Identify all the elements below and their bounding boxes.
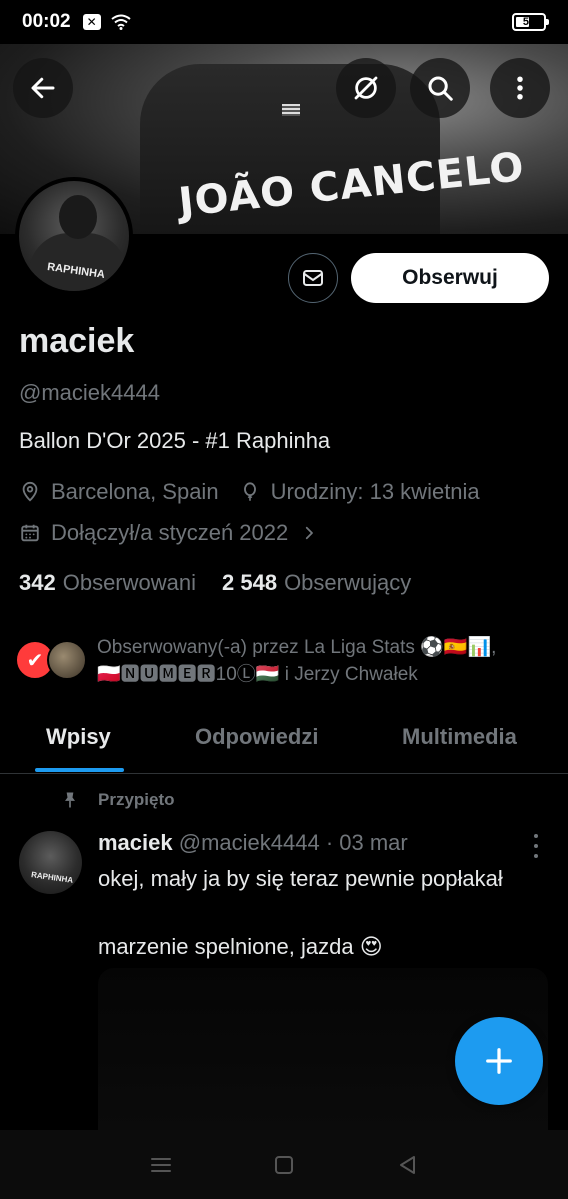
back-nav-icon[interactable]	[395, 1153, 419, 1177]
more-button[interactable]	[490, 58, 550, 118]
wifi-icon	[110, 14, 131, 30]
followers-count: 2 548	[222, 570, 278, 595]
pinned-text: Przypięto	[98, 790, 175, 809]
followed-by-text: Obserwowany(-a) przez La Liga Stats ⚽🇪🇸📊…	[97, 634, 557, 688]
profile-tabs: Wpisy Odpowiedzi Multimedia	[0, 712, 568, 774]
followers-link[interactable]: 2 548 Obserwujący	[222, 570, 411, 596]
system-nav-bar	[0, 1130, 568, 1199]
follow-button[interactable]: Obserwuj	[351, 253, 549, 303]
post-header: maciek @maciek4444 · 03 mar	[98, 830, 408, 856]
display-name: maciek	[19, 322, 135, 360]
profile-avatar[interactable]: RAPHINHA	[15, 177, 133, 295]
arrow-left-icon	[31, 77, 55, 99]
active-tab-indicator	[35, 768, 124, 772]
following-count: 342	[19, 570, 56, 595]
dot	[534, 834, 538, 838]
balloon-icon	[243, 482, 256, 501]
tab-replies[interactable]: Odpowiedzi	[195, 724, 318, 750]
more-vertical-icon	[517, 76, 523, 100]
plus-icon	[486, 1048, 512, 1074]
post-author-name[interactable]: maciek	[98, 830, 173, 855]
post-author-handle-date[interactable]: @maciek4444 · 03 mar	[179, 830, 408, 855]
location-item: Barcelona, Spain	[19, 479, 219, 505]
post-avatar[interactable]: RAPHINHA	[19, 831, 82, 894]
following-label: Obserwowani	[62, 570, 196, 595]
profile-bio: Ballon D'Or 2025 - #1 Raphinha	[19, 428, 331, 453]
followed-by-line1: Obserwowany(-a) przez La Liga Stats ⚽🇪🇸📊…	[97, 637, 497, 658]
banner-flag	[282, 104, 300, 116]
location-pin-icon	[22, 481, 38, 502]
tab-posts[interactable]: Wpisy	[46, 724, 111, 750]
post-text: okej, mały ja by się teraz pewnie popłak…	[98, 866, 503, 959]
chevron-right-icon	[306, 526, 314, 540]
notification-icon: ✕	[82, 14, 101, 30]
home-icon[interactable]	[272, 1153, 296, 1177]
search-icon	[428, 76, 453, 101]
battery-indicator: 51	[512, 13, 549, 31]
grok-button[interactable]	[336, 58, 396, 118]
location-text: Barcelona, Spain	[51, 479, 219, 504]
joined-row[interactable]: Dołączył/a styczeń 2022	[19, 520, 328, 546]
follow-counts: 342 Obserwowani 2 548 Obserwujący	[19, 570, 437, 596]
follower-avatar	[47, 640, 87, 680]
message-button[interactable]	[288, 253, 338, 303]
status-time: 00:02	[22, 11, 71, 32]
post-avatar-text: RAPHINHA	[30, 870, 74, 885]
compose-button[interactable]	[455, 1017, 543, 1105]
grok-icon	[354, 76, 378, 100]
birthday-item: Urodziny: 13 kwietnia	[239, 479, 480, 505]
avatar-body	[29, 233, 127, 291]
back-button[interactable]	[13, 58, 73, 118]
followers-label: Obserwujący	[284, 570, 412, 595]
followed-by-line2: 🇵🇱🅽🆄🅼🅴🆁10Ⓛ🇭🇺 i Jerzy Chwałek	[97, 664, 418, 685]
tab-media[interactable]: Multimedia	[402, 724, 517, 750]
dot	[534, 844, 538, 848]
joined-text: Dołączył/a styczeń 2022	[51, 520, 289, 545]
menu-icon[interactable]	[149, 1153, 173, 1177]
status-bar: 00:02 ✕ 51	[0, 0, 568, 44]
user-handle: @maciek4444	[19, 380, 160, 405]
post-more-button[interactable]	[528, 834, 544, 858]
battery-level: 51	[522, 16, 536, 28]
pinned-label: Przypięto	[60, 790, 175, 810]
followed-by[interactable]: ✔ Obserwowany(-a) przez La Liga Stats ⚽🇪…	[15, 634, 555, 690]
avatar-head	[59, 195, 97, 239]
birthday-text: Urodziny: 13 kwietnia	[270, 479, 480, 504]
pin-icon	[65, 792, 75, 808]
search-button[interactable]	[410, 58, 470, 118]
envelope-icon	[303, 270, 323, 286]
profile-meta-row: Barcelona, Spain Urodziny: 13 kwietnia	[19, 479, 500, 505]
dot	[534, 854, 538, 858]
calendar-icon	[21, 524, 39, 542]
following-link[interactable]: 342 Obserwowani	[19, 570, 196, 596]
